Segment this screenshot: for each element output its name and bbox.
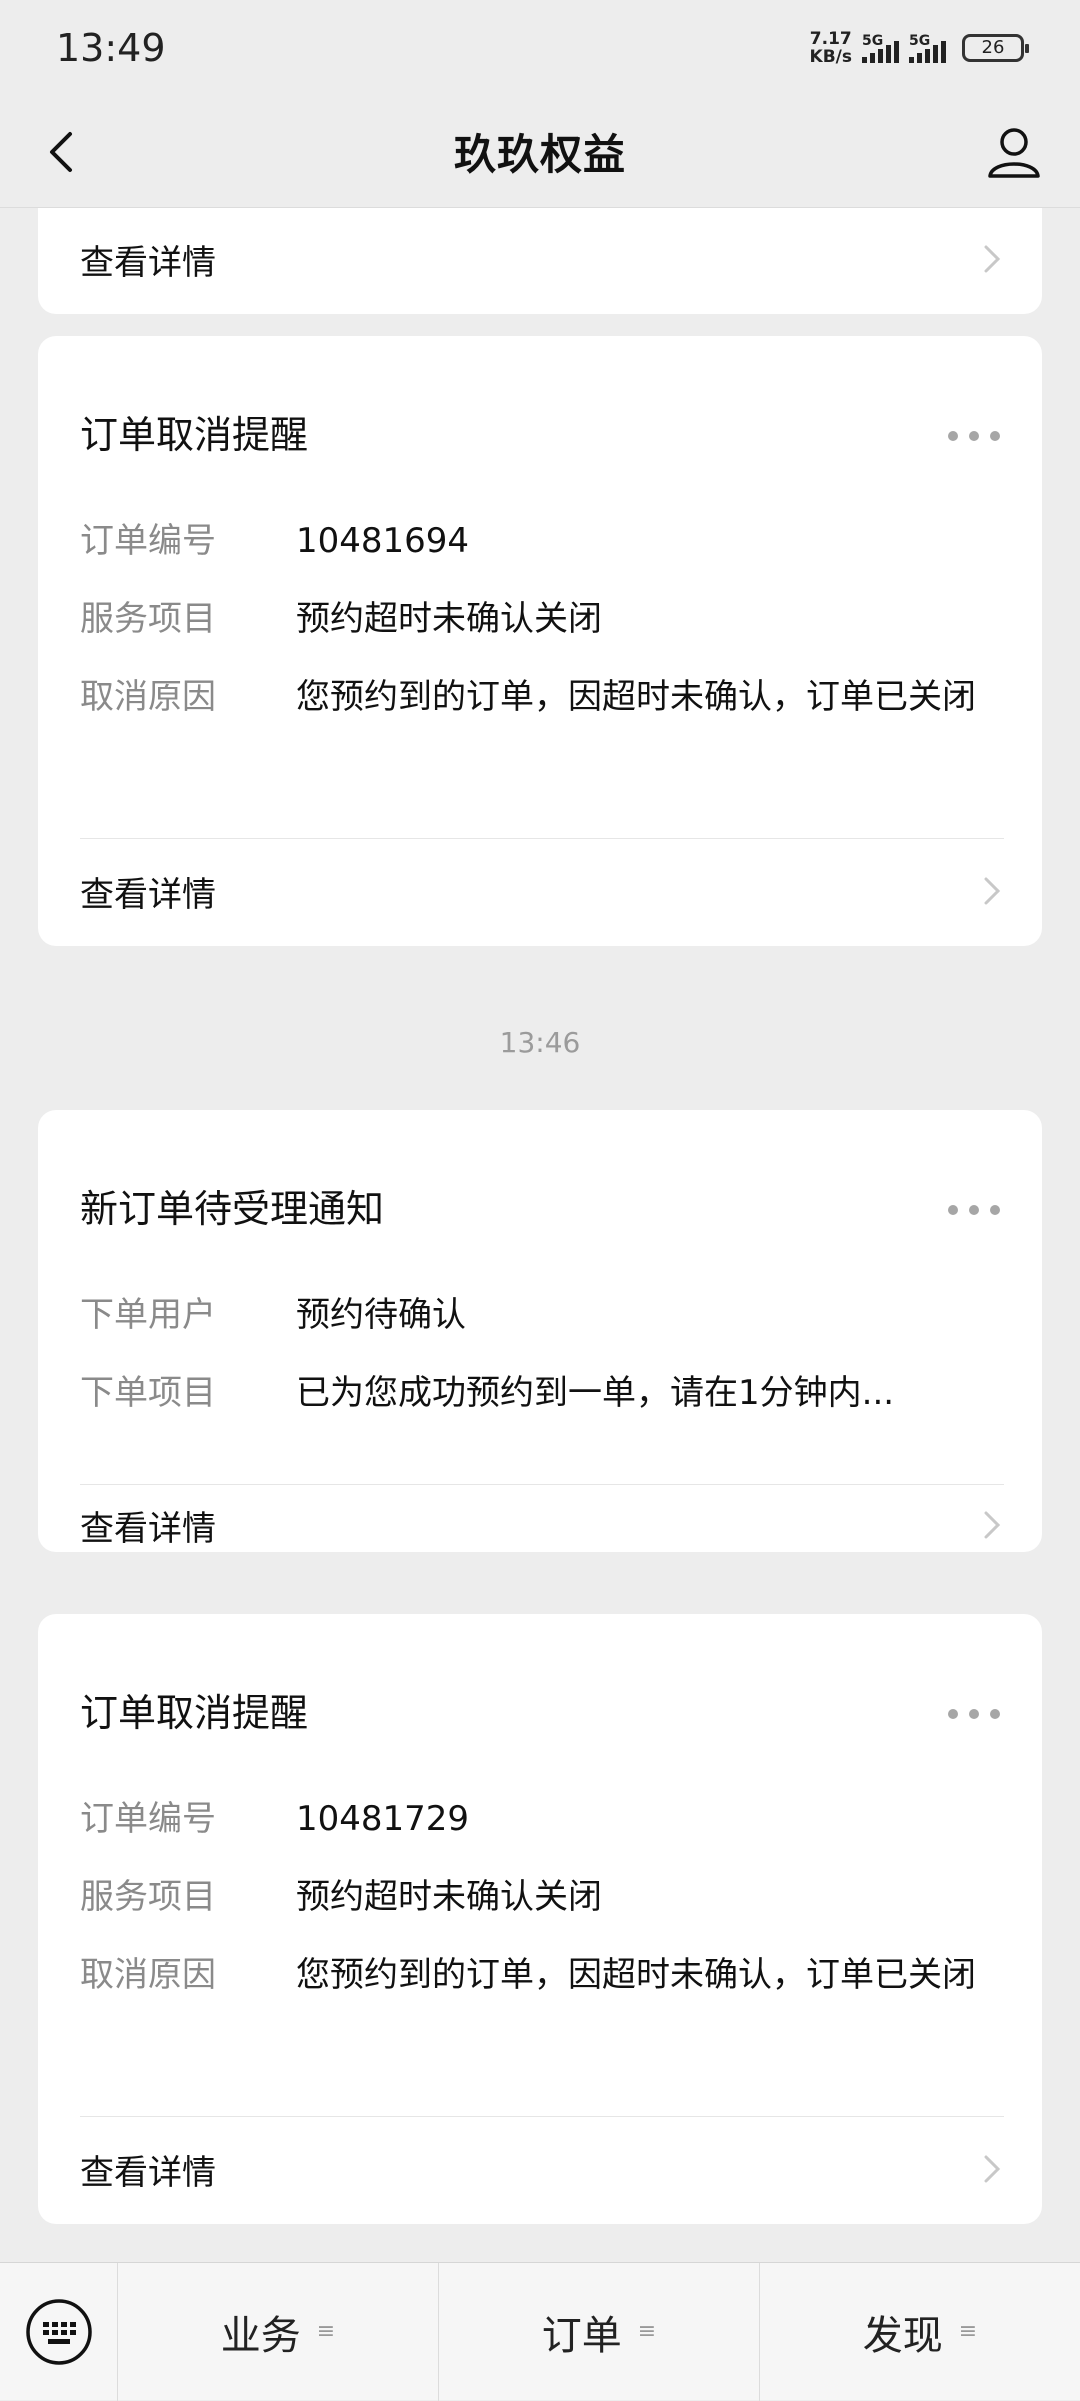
menu-lines-icon: ≡ [316,2319,336,2344]
menu-item-discover[interactable]: 发现 ≡ [759,2262,1080,2401]
back-arrow-icon [50,132,72,172]
info-row: 取消原因 您预约到的订单，因超时未确认，订单已关闭 [80,677,976,717]
chevron-right-icon [984,877,1001,905]
view-details-button[interactable]: 查看详情 [80,224,1004,294]
more-dots-icon[interactable] [948,1706,1000,1722]
signal-icon: 5G [909,33,946,63]
chevron-right-icon [984,245,1001,273]
battery-icon: 26 [962,34,1029,62]
status-bar: 13:49 7.17 KB/s 5G 5G 26 [0,0,1080,96]
divider [80,2116,1004,2117]
divider [80,1484,1004,1485]
info-row: 下单用户 预约待确认 [80,1295,466,1335]
message-list[interactable]: 查看详情 订单取消提醒 订单编号 10481694 服务项目 预约超时未确认关闭… [0,208,1080,2260]
more-dots-icon[interactable] [948,1202,1000,1218]
profile-button[interactable] [982,120,1046,184]
card-title: 订单取消提醒 [80,1691,309,1735]
chevron-right-icon [984,2155,1001,2183]
nav-bar: 玖玖权益 [0,96,1080,208]
bottom-menu: 业务 ≡ 订单 ≡ 发现 ≡ [0,2262,1080,2401]
view-details-button[interactable]: 查看详情 [80,856,1004,926]
view-details-button[interactable]: 查看详情 [80,2134,1004,2204]
info-row: 订单编号 10481729 [80,1799,470,1839]
message-timestamp: 13:46 [499,1026,581,1059]
menu-item-orders[interactable]: 订单 ≡ [438,2262,759,2401]
network-speed: 7.17 KB/s [809,29,852,67]
new-order-card: 新订单待受理通知 下单用户 预约待确认 下单项目 已为您成功预约到一单，请在1分… [38,1110,1042,1552]
status-time: 13:49 [56,26,166,70]
order-cancel-card: 订单取消提醒 订单编号 10481729 服务项目 预约超时未确认关闭 取消原因… [38,1614,1042,2224]
more-dots-icon[interactable] [948,428,1000,444]
back-button[interactable] [30,120,94,184]
menu-item-business[interactable]: 业务 ≡ [118,2263,438,2401]
menu-lines-icon: ≡ [958,2319,978,2344]
order-cancel-card: 订单取消提醒 订单编号 10481694 服务项目 预约超时未确认关闭 取消原因… [38,336,1042,946]
keyboard-icon [25,2298,92,2365]
info-row: 服务项目 预约超时未确认关闭 [80,599,602,639]
signal-icon: 5G [862,33,899,63]
info-row: 订单编号 10481694 [80,521,470,561]
info-row: 下单项目 已为您成功预约到一单，请在1分钟内... [80,1373,895,1413]
card-title: 订单取消提醒 [80,413,309,457]
menu-lines-icon: ≡ [637,2319,657,2344]
keyboard-toggle-button[interactable] [0,2262,118,2401]
info-row: 取消原因 您预约到的订单，因超时未确认，订单已关闭 [80,1955,976,1995]
person-icon [988,128,1040,178]
chevron-right-icon [984,1511,1001,1539]
info-row: 服务项目 预约超时未确认关闭 [80,1877,602,1917]
page-title: 玖玖权益 [453,130,626,179]
view-details-button[interactable]: 查看详情 [80,1498,1004,1552]
status-icons: 7.17 KB/s 5G 5G 26 [809,29,1029,67]
message-card-partial: 查看详情 [38,208,1042,314]
card-title: 新订单待受理通知 [80,1187,385,1231]
divider [80,838,1004,839]
